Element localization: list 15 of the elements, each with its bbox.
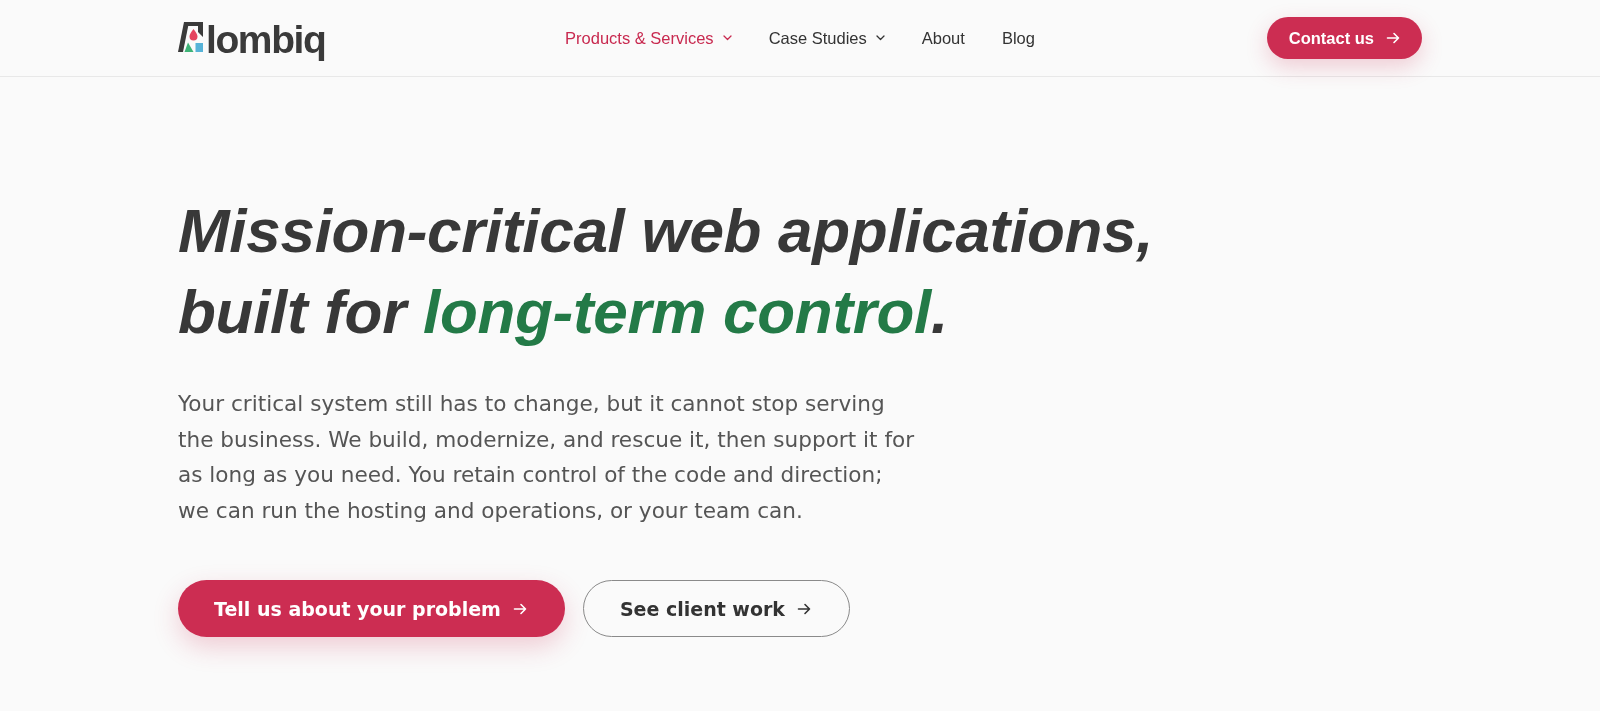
nav-link[interactable]: Products & Services	[565, 28, 732, 48]
arrow-right-icon	[512, 601, 527, 616]
chevron-down-icon	[722, 35, 732, 41]
arrow-right-icon	[797, 601, 811, 616]
nav-link[interactable]: Blog	[1001, 28, 1035, 48]
arrow-right-icon	[1386, 31, 1400, 45]
contact-button[interactable]: Contact us	[1266, 17, 1422, 59]
logo-link[interactable]: lombiq	[178, 20, 326, 60]
nav-link[interactable]: Case Studies	[768, 28, 885, 48]
intro-paragraph: Your critical system still has to change, but it cannot stop serving the business. We build, modernize, and rescue it, then support it for as long as you need. You retain control of the code and direction; we can run the hosting and operations, or your team can.	[178, 390, 916, 525]
nav-link[interactable]: About	[921, 28, 965, 48]
chevron-down-icon	[875, 35, 885, 41]
primary-button[interactable]: Tell us about your problem	[178, 580, 565, 637]
headline: Mission-critical web applications, built for long-term control.	[178, 195, 1155, 348]
logo-icon	[178, 22, 203, 52]
